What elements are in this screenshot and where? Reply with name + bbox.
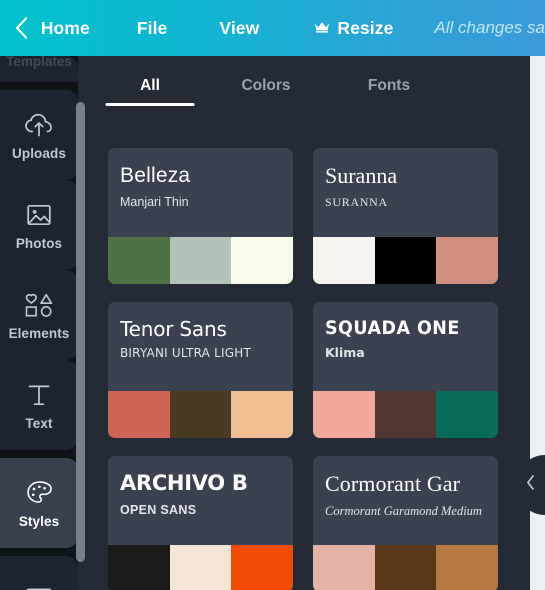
view-menu-button[interactable]: View	[219, 0, 259, 56]
color-swatch[interactable]	[169, 237, 232, 284]
sidebar-item-photos[interactable]: Photos	[0, 180, 78, 270]
file-label: File	[136, 17, 168, 38]
style-card[interactable]: SQUADA ONE Klima	[313, 302, 498, 438]
color-swatch[interactable]	[374, 237, 437, 284]
style-card-text: Tenor Sans BIRYANI ULTRA LIGHT	[108, 302, 293, 391]
back-button[interactable]	[0, 0, 43, 56]
home-label: Home	[40, 17, 90, 38]
style-card-subtitle: BIRYANI ULTRA LIGHT	[120, 347, 251, 361]
chevron-left-icon	[526, 475, 535, 495]
sidebar-item-label: Styles	[18, 513, 60, 529]
color-swatch-row	[108, 391, 293, 438]
view-label: View	[219, 17, 260, 38]
color-swatch[interactable]	[374, 545, 437, 590]
style-card-grid: Belleza Manjari Thin Suranna SURANNA Ten…	[108, 148, 520, 590]
style-card[interactable]: Belleza Manjari Thin	[108, 148, 293, 284]
palette-icon	[26, 478, 53, 508]
sidebar-item-label: Uploads	[12, 145, 66, 161]
rail-divider	[0, 82, 78, 90]
sidebar-item-templates[interactable]: Templates	[0, 56, 78, 82]
color-swatch[interactable]	[169, 391, 232, 438]
color-swatch[interactable]	[231, 391, 293, 438]
color-swatch[interactable]	[436, 237, 498, 284]
style-card-title: ARCHIVO B	[120, 472, 248, 495]
tab-label: Colors	[241, 77, 291, 94]
tab-fonts[interactable]: Fonts	[358, 56, 420, 116]
style-card-subtitle: Klima	[325, 346, 365, 361]
panel-tab-bar: All Colors Fonts	[86, 56, 530, 116]
color-swatch[interactable]	[169, 545, 232, 590]
sidebar-item-elements[interactable]: Elements	[0, 270, 78, 360]
sidebar-item-uploads[interactable]: Uploads	[0, 90, 78, 180]
color-swatch[interactable]	[436, 391, 498, 438]
resize-label: Resize	[337, 17, 394, 38]
color-swatch[interactable]	[313, 391, 375, 438]
color-swatch[interactable]	[313, 237, 375, 284]
cloud-upload-icon	[24, 110, 54, 140]
sidebar-item-videos[interactable]	[0, 556, 78, 590]
color-swatch[interactable]	[313, 545, 375, 590]
tab-label: All	[140, 77, 160, 94]
resize-button[interactable]: Resize	[314, 0, 393, 56]
canva-editor-window: Home File View Resize All changes sa Tem…	[0, 0, 545, 590]
color-swatch-row	[108, 237, 293, 284]
styles-panel: All Colors Fonts Belleza Manjari Thin Su…	[86, 56, 530, 590]
tab-all[interactable]: All	[104, 56, 196, 116]
color-swatch[interactable]	[108, 545, 170, 590]
color-swatch[interactable]	[108, 391, 170, 438]
tab-label: Fonts	[367, 77, 411, 94]
sidebar-item-label: Photos	[15, 235, 63, 251]
color-swatch[interactable]	[231, 237, 293, 284]
style-card-subtitle: Cormorant Garamond Medium	[325, 503, 482, 518]
style-card[interactable]: Cormorant Gar Cormorant Garamond Medium	[313, 456, 498, 590]
top-toolbar: Home File View Resize All changes sa	[0, 0, 545, 56]
style-card-title: Suranna	[325, 164, 398, 188]
style-card-text: Cormorant Gar Cormorant Garamond Medium	[313, 456, 498, 545]
color-swatch[interactable]	[231, 545, 293, 590]
color-swatch[interactable]	[374, 391, 437, 438]
color-swatch-row	[313, 237, 498, 284]
panel-scrollbar[interactable]	[76, 102, 85, 562]
style-card-text: ARCHIVO B OPEN SANS	[108, 456, 293, 545]
save-status-text: All changes sa	[434, 18, 545, 37]
tab-colors[interactable]: Colors	[230, 56, 302, 116]
style-card-title: Tenor Sans	[120, 318, 227, 341]
color-swatch-row	[108, 545, 293, 590]
sidebar-item-text[interactable]: Text	[0, 360, 78, 450]
style-card-text: Suranna SURANNA	[313, 148, 498, 237]
style-card-subtitle: SURANNA	[325, 195, 388, 209]
sidebar-rail: Templates Uploads Photos Elements Text S…	[0, 56, 78, 590]
style-card-subtitle: OPEN SANS	[120, 502, 197, 517]
style-card[interactable]: Suranna SURANNA	[313, 148, 498, 284]
style-card-title: Cormorant Gar	[325, 472, 461, 496]
style-card[interactable]: ARCHIVO B OPEN SANS	[108, 456, 293, 590]
style-card-subtitle: Manjari Thin	[120, 194, 189, 209]
color-swatch-row	[313, 545, 498, 590]
color-swatch[interactable]	[108, 237, 170, 284]
style-card-text: SQUADA ONE Klima	[313, 302, 498, 391]
sidebar-item-label: Elements	[8, 325, 70, 341]
style-card[interactable]: Tenor Sans BIRYANI ULTRA LIGHT	[108, 302, 293, 438]
color-swatch-row	[313, 391, 498, 438]
sidebar-item-styles[interactable]: Styles	[0, 458, 78, 548]
sidebar-item-label: Templates	[6, 56, 72, 69]
video-play-icon	[25, 583, 53, 590]
style-card-title: SQUADA ONE	[325, 318, 460, 339]
image-icon	[26, 200, 52, 230]
rail-divider	[0, 548, 78, 556]
rail-divider	[0, 450, 78, 458]
color-swatch[interactable]	[436, 545, 498, 590]
chevron-left-icon	[15, 17, 28, 39]
text-t-icon	[26, 380, 52, 410]
home-menu-button[interactable]: Home	[41, 0, 90, 56]
style-card-text: Belleza Manjari Thin	[108, 148, 293, 237]
sidebar-item-label: Text	[25, 415, 53, 431]
shapes-icon	[24, 290, 54, 320]
file-menu-button[interactable]: File	[137, 0, 168, 56]
crown-icon	[314, 19, 330, 37]
style-card-title: Belleza	[120, 164, 191, 187]
